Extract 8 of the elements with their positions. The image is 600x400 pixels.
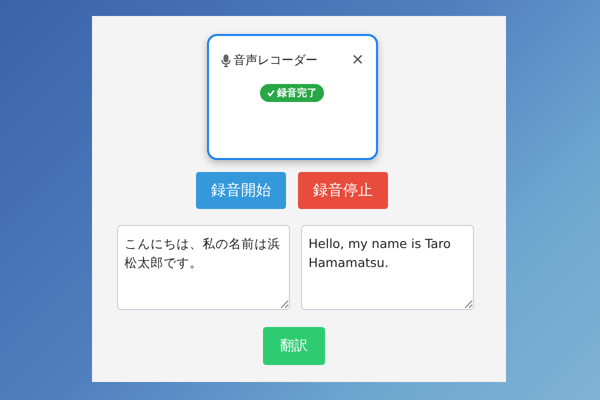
stop-recording-button[interactable]: 録音停止 [298,172,388,209]
close-button[interactable]: × [352,50,364,70]
source-text-field[interactable]: こんにちは、私の名前は浜松太郎です。 [116,225,290,310]
dialog-title: 音声レコーダー [234,52,318,68]
translation-text-field[interactable]: Hello, my name is Taro Hamamatsu. [300,225,474,310]
check-icon [267,89,275,97]
microphone-icon [220,54,230,66]
status-badge: 録音完了 [260,84,324,102]
